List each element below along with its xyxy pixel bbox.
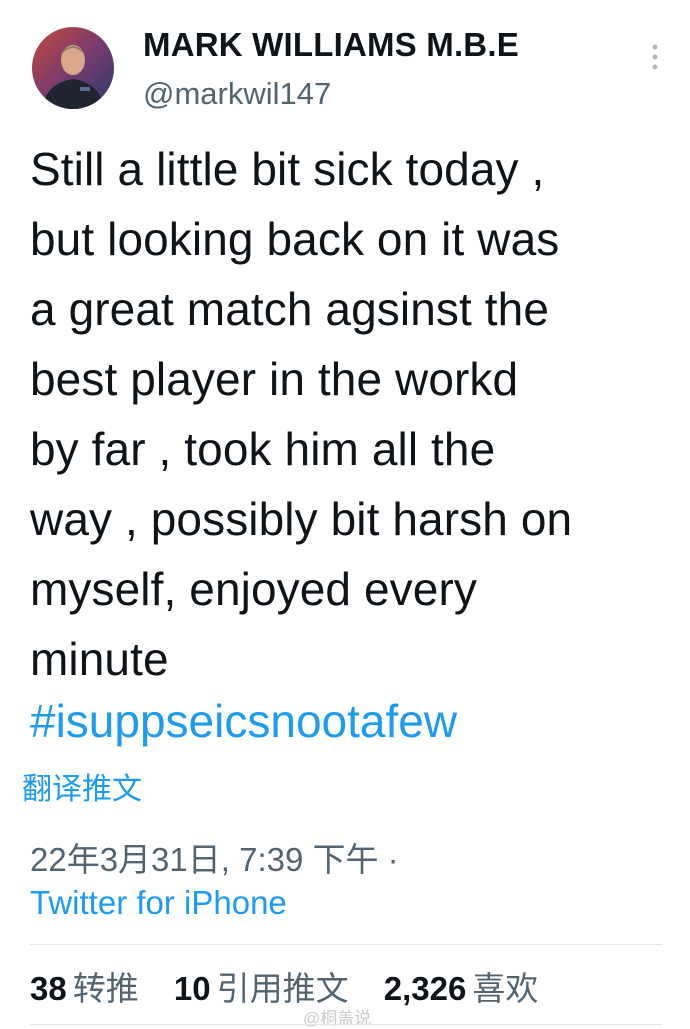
tweet-timestamp[interactable]: 22年3月31日, 7:39 下午 ·	[30, 833, 399, 881]
likes-count: 2,326	[383, 970, 467, 1007]
avatar-photo	[32, 27, 114, 109]
display-name[interactable]: MARK WILLIAMS M.B.E	[143, 26, 519, 64]
quotes-label: 引用推文	[216, 970, 349, 1007]
retweets-count: 38	[30, 970, 67, 1007]
tweet-client-link[interactable]: Twitter for iPhone	[30, 884, 287, 922]
avatar[interactable]	[32, 27, 114, 109]
watermark: @桐盖说	[303, 1009, 372, 1028]
likes-label: 喜欢	[472, 970, 539, 1007]
user-handle[interactable]: @markwil147	[143, 76, 331, 112]
retweets-label: 转推	[72, 970, 139, 1007]
divider	[30, 944, 662, 945]
translate-tweet-link[interactable]: 翻译推文	[22, 764, 142, 808]
tweet-text: Still a little bit sick today , but look…	[30, 143, 573, 685]
bottom-divider	[30, 1024, 662, 1025]
vertical-ellipsis-icon[interactable]	[646, 42, 664, 72]
hashtag-link[interactable]: #isuppseicsnootafew	[30, 686, 457, 756]
tweet-stats: 38 转推 10 引用推文 2,326 喜欢	[30, 962, 564, 1010]
likes-stat[interactable]: 2,326 喜欢	[384, 970, 539, 1007]
retweets-stat[interactable]: 38 转推	[30, 970, 139, 1007]
quotes-count: 10	[173, 970, 211, 1007]
quotes-stat[interactable]: 10 引用推文	[174, 970, 349, 1007]
